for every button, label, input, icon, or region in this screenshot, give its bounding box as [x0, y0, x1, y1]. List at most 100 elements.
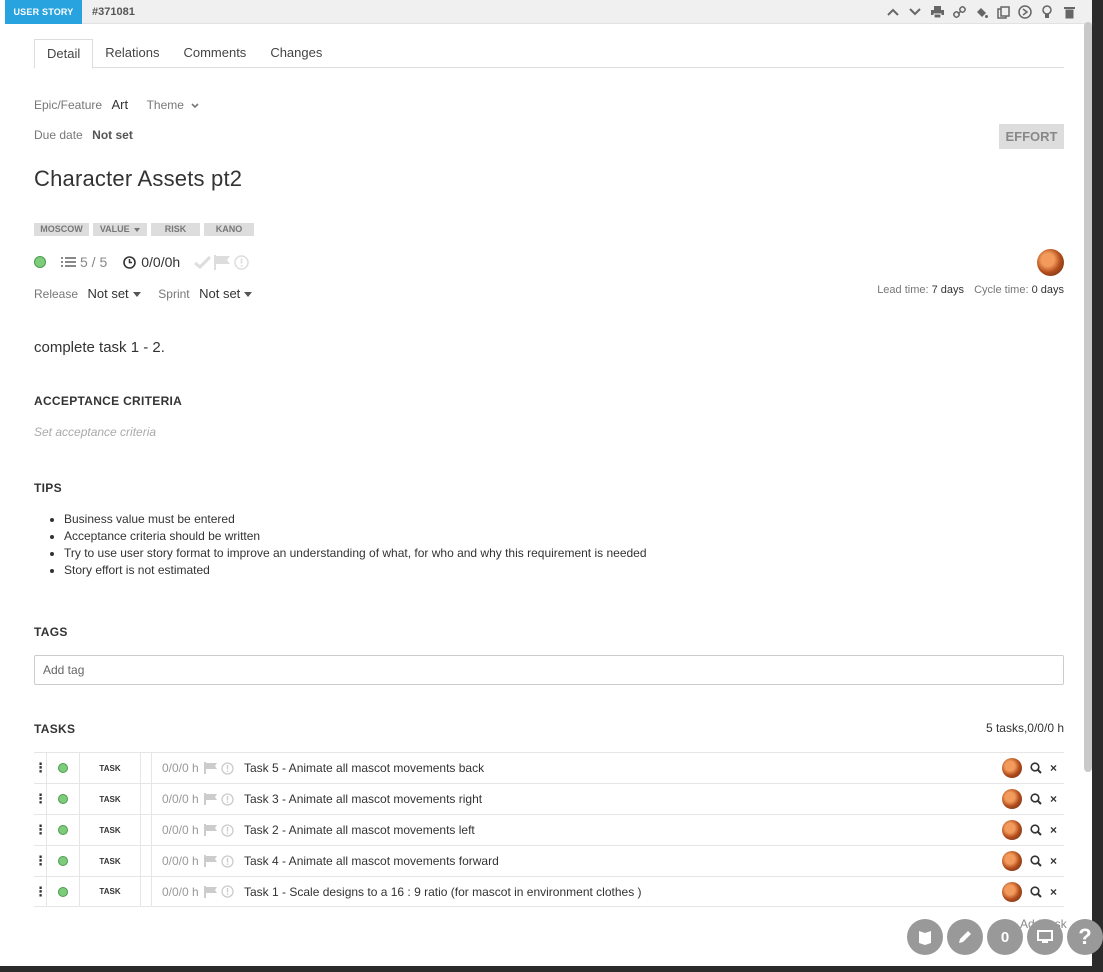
state-indicator[interactable] [58, 763, 68, 773]
epic-row: Epic/Feature Art Theme [34, 96, 199, 114]
flag-icon[interactable] [204, 885, 218, 898]
link-icon[interactable] [950, 3, 968, 21]
epic-value[interactable]: Art [112, 97, 129, 112]
task-effort[interactable]: 0/0/0 h [152, 823, 204, 837]
sprint-value: Not set [199, 286, 241, 301]
tips-heading: TIPS [34, 481, 62, 495]
tasks-heading: TASKS [34, 722, 76, 736]
alert-circle-icon[interactable] [221, 792, 234, 806]
assignee-avatar[interactable] [1002, 789, 1022, 809]
kano-tag[interactable]: KANO [204, 223, 254, 236]
entity-title[interactable]: Character Assets pt2 [34, 166, 242, 192]
close-icon[interactable]: × [1050, 885, 1057, 899]
more-vertical-icon[interactable]: ⋮ [34, 822, 47, 838]
flag-icon[interactable] [204, 793, 218, 805]
task-name[interactable]: Task 1 - Scale designs to a 16 : 9 ratio… [244, 885, 1002, 899]
tip-item: Business value must be entered [64, 511, 647, 528]
alert-circle-icon[interactable] [221, 854, 234, 868]
flag-icon[interactable] [204, 855, 218, 867]
more-vertical-icon[interactable]: ⋮ [34, 791, 47, 807]
lightbulb-icon[interactable] [1038, 3, 1056, 21]
state-indicator[interactable] [58, 856, 68, 866]
flag-icon[interactable] [204, 762, 218, 774]
risk-tag[interactable]: RISK [151, 223, 200, 236]
value-tag[interactable]: VALUE [93, 223, 147, 236]
task-effort[interactable]: 0/0/0 h [152, 854, 204, 868]
search-icon[interactable] [1030, 762, 1042, 774]
close-icon[interactable]: × [1050, 761, 1057, 775]
alert-circle-icon[interactable] [221, 761, 234, 775]
theme-selector[interactable]: Theme [147, 98, 200, 112]
chevron-down-icon[interactable] [906, 3, 924, 21]
chevron-up-icon[interactable] [884, 3, 902, 21]
tab-detail[interactable]: Detail [34, 39, 94, 69]
convert-icon[interactable] [1016, 3, 1034, 21]
moscow-tag[interactable]: MOSCOW [34, 223, 89, 236]
print-icon[interactable] [928, 3, 946, 21]
task-row: ⋮ TASK 0/0/0 h Task 4 - Animate all masc… [34, 845, 1064, 877]
task-type: TASK [99, 887, 121, 896]
theme-label: Theme [146, 98, 184, 112]
more-vertical-icon[interactable]: ⋮ [34, 853, 47, 869]
tab-relations[interactable]: Relations [93, 39, 171, 68]
effort-button[interactable]: EFFORT [999, 124, 1064, 149]
search-icon[interactable] [1030, 824, 1042, 836]
description[interactable]: complete task 1 - 2. [34, 339, 165, 356]
monitor-icon[interactable] [1027, 919, 1063, 955]
close-icon[interactable]: × [1050, 792, 1057, 806]
tab-comments[interactable]: Comments [171, 39, 258, 68]
due-date-value[interactable]: Not set [92, 128, 133, 142]
tab-changes[interactable]: Changes [258, 39, 334, 68]
clock-icon [123, 255, 137, 269]
task-type: TASK [99, 856, 121, 866]
task-effort[interactable]: 0/0/0 h [152, 885, 204, 899]
more-vertical-icon[interactable]: ⋮ [34, 760, 47, 776]
state-indicator[interactable] [58, 825, 68, 835]
assignee-avatar[interactable] [1002, 851, 1022, 871]
paint-bucket-icon[interactable] [972, 3, 990, 21]
task-effort[interactable]: 0/0/0 h [152, 792, 204, 806]
task-name[interactable]: Task 4 - Animate all mascot movements fo… [244, 854, 1002, 868]
state-indicator[interactable] [34, 256, 46, 268]
check-icon[interactable] [194, 255, 212, 269]
tip-item: Try to use user story format to improve … [64, 545, 647, 562]
search-icon[interactable] [1030, 855, 1042, 867]
assignee-avatar[interactable] [1002, 820, 1022, 840]
task-type: TASK [99, 794, 121, 804]
task-effort[interactable]: 0/0/0 h [152, 761, 204, 775]
help-button[interactable]: ? [1067, 919, 1103, 955]
task-row: ⋮ TASK 0/0/0 h Task 3 - Animate all masc… [34, 783, 1064, 815]
pencil-icon[interactable] [947, 919, 983, 955]
task-type: TASK [99, 825, 121, 835]
trash-icon[interactable] [1060, 3, 1078, 21]
add-tag-input[interactable] [34, 655, 1064, 685]
alert-circle-icon[interactable] [221, 823, 234, 837]
release-selector[interactable]: Not set [87, 286, 144, 301]
book-icon[interactable] [907, 919, 943, 955]
sprint-selector[interactable]: Not set [199, 286, 253, 301]
task-name[interactable]: Task 5 - Animate all mascot movements ba… [244, 761, 1002, 775]
more-vertical-icon[interactable]: ⋮ [34, 884, 47, 900]
assignee-avatar[interactable] [1002, 758, 1022, 778]
flag-icon[interactable] [204, 824, 218, 836]
close-icon[interactable]: × [1050, 823, 1057, 837]
task-name[interactable]: Task 3 - Animate all mascot movements ri… [244, 792, 1002, 806]
scrollbar[interactable] [1084, 22, 1092, 772]
state-indicator[interactable] [58, 886, 68, 897]
count-button[interactable]: 0 [987, 919, 1023, 955]
alert-circle-icon[interactable] [221, 885, 234, 898]
release-label: Release [34, 287, 79, 301]
tip-item: Acceptance criteria should be written [64, 528, 647, 545]
acceptance-criteria-placeholder[interactable]: Set acceptance criteria [34, 425, 156, 439]
task-row: ⋮ TASK 0/0/0 h Task 1 - Scale designs to… [34, 876, 1064, 907]
alert-circle-icon[interactable] [234, 254, 249, 270]
assignee-avatar[interactable] [1002, 881, 1022, 902]
search-icon[interactable] [1030, 885, 1042, 898]
task-name[interactable]: Task 2 - Animate all mascot movements le… [244, 823, 1002, 837]
state-indicator[interactable] [58, 794, 68, 804]
copy-icon[interactable] [994, 3, 1012, 21]
flag-icon[interactable] [214, 254, 231, 270]
owner-avatar[interactable] [1037, 249, 1064, 276]
close-icon[interactable]: × [1050, 854, 1057, 868]
search-icon[interactable] [1030, 793, 1042, 805]
